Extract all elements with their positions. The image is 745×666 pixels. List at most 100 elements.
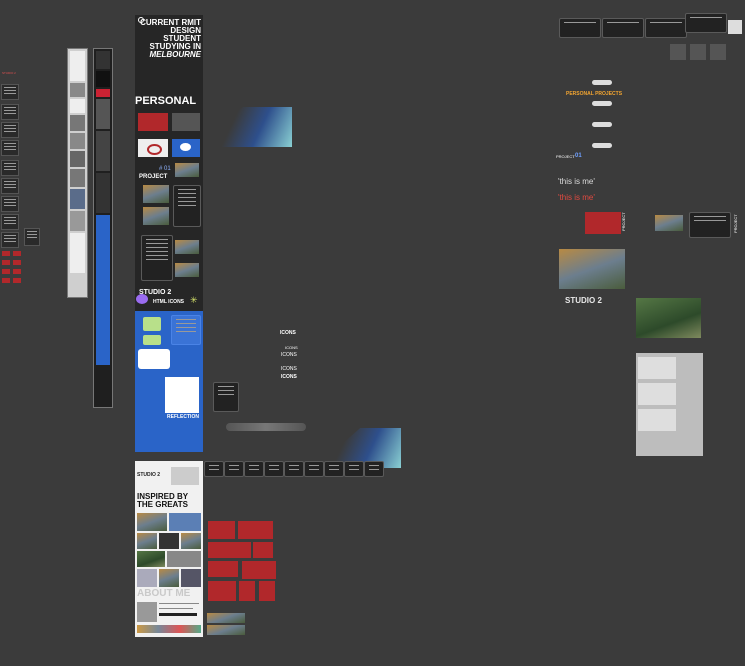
left-thumb[interactable] xyxy=(1,232,19,248)
html-icons-panel: REFLECTION xyxy=(135,311,203,452)
red-card[interactable] xyxy=(231,542,251,558)
nav-pill[interactable] xyxy=(592,80,612,85)
project-num: 01 xyxy=(575,153,582,159)
left-thumb[interactable] xyxy=(1,122,19,138)
nav-pill[interactable] xyxy=(592,122,612,127)
top-card[interactable] xyxy=(602,18,644,38)
gray-wireframe-panel[interactable] xyxy=(636,353,703,456)
project-photo[interactable] xyxy=(143,207,169,225)
wireframe-box xyxy=(638,383,676,405)
gallery-photo[interactable] xyxy=(169,513,201,531)
project-label: PROJECT xyxy=(139,174,168,180)
photo-strip[interactable] xyxy=(207,613,245,623)
landscape-photo[interactable] xyxy=(636,298,701,338)
top-card[interactable] xyxy=(559,18,601,38)
top-card[interactable] xyxy=(685,13,727,33)
left-thumb[interactable] xyxy=(1,160,19,176)
grey-project-thumb[interactable] xyxy=(172,113,200,131)
project-photo[interactable] xyxy=(175,240,199,254)
red-mini-card[interactable] xyxy=(13,260,21,265)
row-card[interactable] xyxy=(304,461,324,477)
eye-icon[interactable] xyxy=(172,139,200,157)
row-card[interactable] xyxy=(284,461,304,477)
red-mini-card[interactable] xyxy=(2,260,10,265)
project-photo[interactable] xyxy=(143,185,169,203)
row-card[interactable] xyxy=(264,461,284,477)
gradient-panel[interactable] xyxy=(222,107,292,147)
red-card[interactable] xyxy=(239,581,255,601)
nav-pill[interactable] xyxy=(592,101,612,106)
square-icon[interactable] xyxy=(710,44,726,60)
gallery-photo[interactable] xyxy=(159,569,179,587)
red-mini-card[interactable] xyxy=(13,278,21,283)
horizontal-scroll-strip[interactable] xyxy=(226,423,306,431)
project-photo[interactable] xyxy=(175,163,199,177)
gallery-photo[interactable] xyxy=(137,569,157,587)
red-card[interactable] xyxy=(208,521,235,539)
project-photo[interactable] xyxy=(175,263,199,277)
icons-label: ICONS xyxy=(280,330,296,336)
left-thumb[interactable] xyxy=(1,84,19,100)
red-card[interactable] xyxy=(208,542,232,558)
gallery-photo[interactable] xyxy=(167,551,201,567)
html-icons-label: HTML ICONS xyxy=(153,299,185,305)
row-card[interactable] xyxy=(204,461,224,477)
wireframe-box xyxy=(638,409,676,431)
portrait-photo[interactable] xyxy=(137,602,157,622)
left-thumb[interactable] xyxy=(1,104,19,120)
row-card[interactable] xyxy=(344,461,364,477)
gallery-photo[interactable] xyxy=(181,569,201,587)
red-mini-card[interactable] xyxy=(2,251,10,256)
left-thumb[interactable] xyxy=(1,140,19,156)
red-card[interactable] xyxy=(208,581,236,601)
left-thumb[interactable] xyxy=(1,178,19,194)
smiley-icon[interactable] xyxy=(143,335,161,345)
icon-grid[interactable] xyxy=(138,349,170,369)
smiley-icon[interactable] xyxy=(143,317,161,331)
photo-strip[interactable] xyxy=(207,625,245,635)
nav-pill[interactable] xyxy=(592,143,612,148)
gallery-photo[interactable] xyxy=(137,533,157,549)
row-card[interactable] xyxy=(224,461,244,477)
icon-sheet[interactable] xyxy=(165,377,199,413)
row-card[interactable] xyxy=(324,461,344,477)
mobile-layout-strip-2[interactable] xyxy=(93,48,113,408)
top-thumb[interactable] xyxy=(728,20,742,34)
main-portfolio-board[interactable]: CURRENT RMIT DESIGN STUDENT STUDYING IN … xyxy=(135,15,203,452)
row-card[interactable] xyxy=(244,461,264,477)
red-card[interactable] xyxy=(253,542,273,558)
project-card[interactable] xyxy=(689,212,731,238)
small-card[interactable] xyxy=(213,382,239,412)
project-photo[interactable] xyxy=(655,215,683,231)
left-thumb[interactable] xyxy=(24,228,40,246)
red-project-thumb[interactable] xyxy=(138,113,168,131)
red-mini-card[interactable] xyxy=(2,278,10,283)
studio-photo[interactable] xyxy=(559,249,625,289)
left-thumb[interactable] xyxy=(1,196,19,212)
red-card[interactable] xyxy=(242,561,276,579)
gallery-photo[interactable] xyxy=(137,513,167,531)
red-card[interactable] xyxy=(259,581,275,601)
red-mini-card[interactable] xyxy=(2,269,10,274)
red-card[interactable] xyxy=(208,561,238,577)
gallery-photo[interactable] xyxy=(159,533,179,549)
red-mini-card[interactable] xyxy=(13,269,21,274)
photo-strip[interactable] xyxy=(137,625,201,633)
gallery-photo[interactable] xyxy=(137,551,165,567)
row-card[interactable] xyxy=(364,461,384,477)
square-icon[interactable] xyxy=(670,44,686,60)
icons-label: ICONS xyxy=(281,366,297,372)
lower-studio: STUDIO 2 xyxy=(137,472,161,478)
eye-icon[interactable] xyxy=(138,139,168,157)
red-mini-card[interactable] xyxy=(13,251,21,256)
red-card[interactable] xyxy=(238,521,273,539)
lower-portfolio-board[interactable]: STUDIO 2 INSPIRED BY THE GREATS ABOUT ME xyxy=(135,461,203,637)
square-icon[interactable] xyxy=(690,44,706,60)
gallery-photo[interactable] xyxy=(181,533,201,549)
left-thumb[interactable] xyxy=(1,214,19,230)
red-project-card[interactable] xyxy=(585,212,621,234)
reflection-label: REFLECTION xyxy=(167,414,199,420)
lower-thumb[interactable] xyxy=(171,467,199,485)
mobile-layout-strip-1[interactable] xyxy=(67,48,88,298)
top-card[interactable] xyxy=(645,18,687,38)
